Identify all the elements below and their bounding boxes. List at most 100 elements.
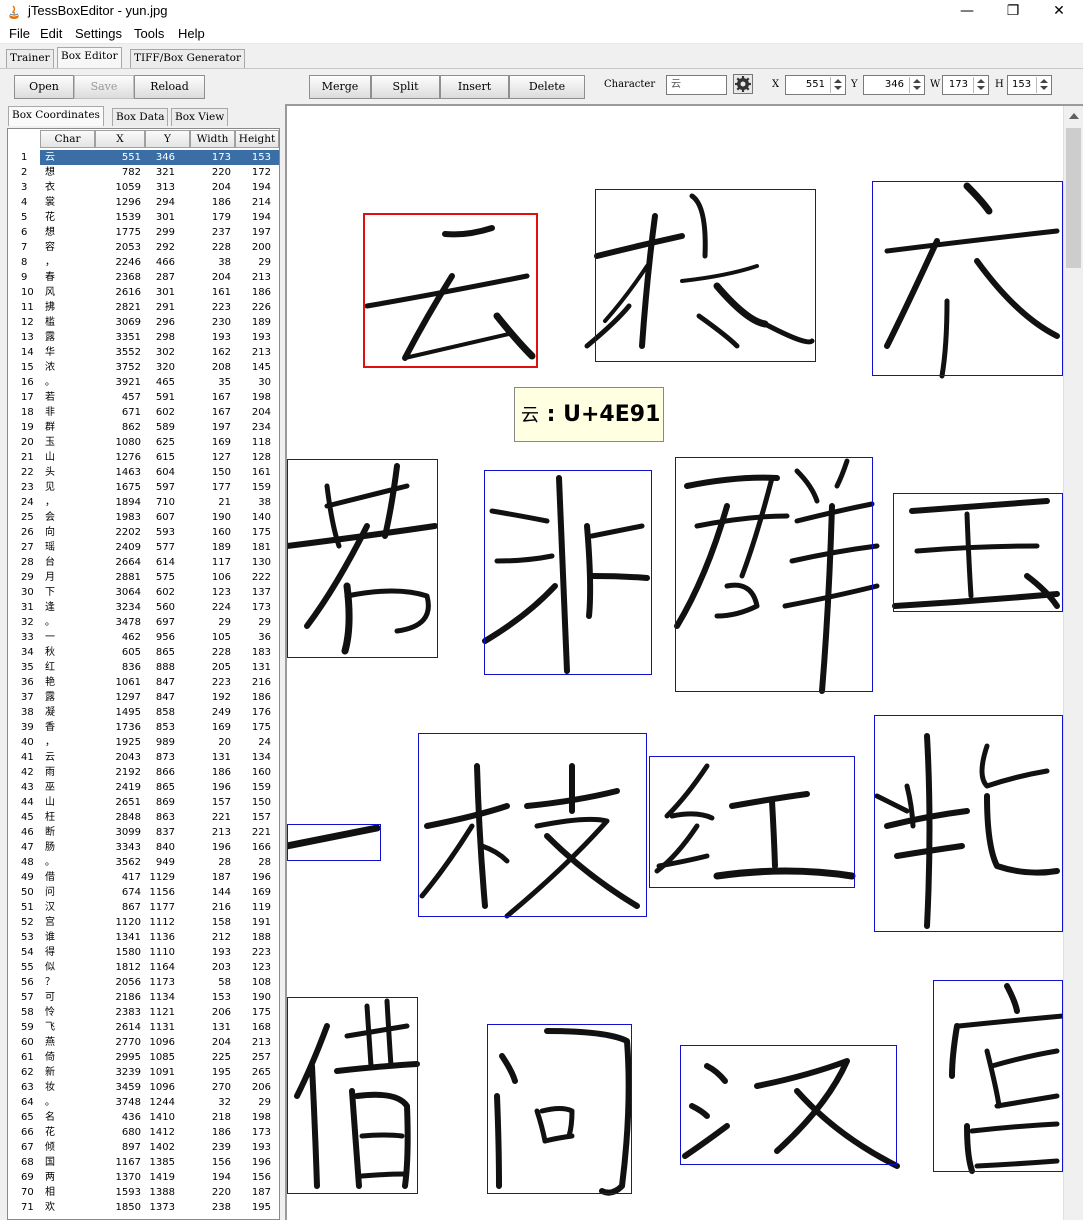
- table-row[interactable]: 25 会 1983 607 190 140: [8, 510, 279, 525]
- table-row[interactable]: 69 两 1370 1419 194 156: [8, 1170, 279, 1185]
- column-header-y[interactable]: Y: [145, 130, 190, 148]
- minimize-button[interactable]: —: [944, 0, 990, 24]
- tab-box-editor[interactable]: Box Editor: [57, 47, 122, 68]
- table-row[interactable]: 21 山 1276 615 127 128: [8, 450, 279, 465]
- insert-button[interactable]: Insert: [440, 75, 509, 99]
- table-row[interactable]: 56 ？ 2056 1173 58 108: [8, 975, 279, 990]
- table-row[interactable]: 40 ， 1925 989 20 24: [8, 735, 279, 750]
- character-lookup-button[interactable]: [733, 74, 753, 94]
- table-row[interactable]: 38 凝 1495 858 249 176: [8, 705, 279, 720]
- table-row[interactable]: 45 枉 2848 863 221 157: [8, 810, 279, 825]
- table-row[interactable]: 2 想 782 321 220 172: [8, 165, 279, 180]
- y-spin-arrows[interactable]: [909, 77, 923, 93]
- table-row[interactable]: 59 飞 2614 1131 131 168: [8, 1020, 279, 1035]
- table-row[interactable]: 49 借 417 1129 187 196: [8, 870, 279, 885]
- menu-help[interactable]: Help: [178, 26, 205, 41]
- table-row[interactable]: 19 群 862 589 197 234: [8, 420, 279, 435]
- char-box[interactable]: [893, 493, 1063, 612]
- maximize-button[interactable]: ❐: [990, 0, 1036, 24]
- table-row[interactable]: 16 。 3921 465 35 30: [8, 375, 279, 390]
- scroll-up-arrow-icon[interactable]: [1069, 113, 1079, 119]
- table-row[interactable]: 37 露 1297 847 192 186: [8, 690, 279, 705]
- menu-tools[interactable]: Tools: [134, 26, 164, 41]
- vertical-scrollbar[interactable]: [1063, 106, 1083, 1220]
- open-button[interactable]: Open: [14, 75, 74, 99]
- tab-trainer[interactable]: Trainer: [6, 49, 54, 68]
- column-header-width[interactable]: Width: [190, 130, 235, 148]
- image-canvas[interactable]: 云 : U+4E91: [287, 106, 1063, 1220]
- x-spin-arrows[interactable]: [830, 77, 844, 93]
- column-header-char[interactable]: Char: [40, 130, 95, 148]
- table-row[interactable]: 9 春 2368 287 204 213: [8, 270, 279, 285]
- table-row[interactable]: 8 ， 2246 466 38 29: [8, 255, 279, 270]
- table-row[interactable]: 68 国 1167 1385 156 196: [8, 1155, 279, 1170]
- table-row[interactable]: 35 红 836 888 205 131: [8, 660, 279, 675]
- merge-button[interactable]: Merge: [309, 75, 371, 99]
- reload-button[interactable]: Reload: [134, 75, 205, 99]
- char-box[interactable]: [287, 824, 381, 861]
- table-row[interactable]: 53 谁 1341 1136 212 188: [8, 930, 279, 945]
- char-box[interactable]: [487, 1024, 632, 1194]
- x-spinner[interactable]: 551: [785, 75, 846, 95]
- char-box[interactable]: [874, 715, 1063, 932]
- table-row[interactable]: 44 山 2651 869 157 150: [8, 795, 279, 810]
- table-row[interactable]: 7 容 2053 292 228 200: [8, 240, 279, 255]
- table-row[interactable]: 46 断 3099 837 213 221: [8, 825, 279, 840]
- table-row[interactable]: 70 相 1593 1388 220 187: [8, 1185, 279, 1200]
- table-row[interactable]: 57 可 2186 1134 153 190: [8, 990, 279, 1005]
- w-spin-arrows[interactable]: [973, 77, 987, 93]
- table-row[interactable]: 18 非 671 602 167 204: [8, 405, 279, 420]
- char-box[interactable]: [287, 459, 438, 658]
- table-row[interactable]: 39 香 1736 853 169 175: [8, 720, 279, 735]
- table-row[interactable]: 63 妆 3459 1096 270 206: [8, 1080, 279, 1095]
- table-row[interactable]: 33 一 462 956 105 36: [8, 630, 279, 645]
- table-row[interactable]: 31 逢 3234 560 224 173: [8, 600, 279, 615]
- table-row[interactable]: 3 衣 1059 313 204 194: [8, 180, 279, 195]
- char-box[interactable]: [933, 980, 1063, 1172]
- table-row[interactable]: 42 雨 2192 866 186 160: [8, 765, 279, 780]
- table-row[interactable]: 1 云 551 346 173 153: [8, 150, 279, 165]
- table-row[interactable]: 6 想 1775 299 237 197: [8, 225, 279, 240]
- table-row[interactable]: 58 怜 2383 1121 206 175: [8, 1005, 279, 1020]
- column-header-height[interactable]: Height: [235, 130, 279, 148]
- table-row[interactable]: 41 云 2043 873 131 134: [8, 750, 279, 765]
- char-box[interactable]: [675, 457, 873, 692]
- y-spinner[interactable]: 346: [863, 75, 925, 95]
- table-row[interactable]: 32 。 3478 697 29 29: [8, 615, 279, 630]
- table-row[interactable]: 65 名 436 1410 218 198: [8, 1110, 279, 1125]
- table-row[interactable]: 27 瑶 2409 577 189 181: [8, 540, 279, 555]
- table-row[interactable]: 12 槛 3069 296 230 189: [8, 315, 279, 330]
- tab-tiff-box-generator[interactable]: TIFF/Box Generator: [130, 49, 245, 68]
- table-row[interactable]: 20 玉 1080 625 169 118: [8, 435, 279, 450]
- table-row[interactable]: 13 露 3351 298 193 193: [8, 330, 279, 345]
- scroll-thumb[interactable]: [1066, 128, 1081, 268]
- table-row[interactable]: 5 花 1539 301 179 194: [8, 210, 279, 225]
- table-row[interactable]: 34 秋 605 865 228 183: [8, 645, 279, 660]
- table-row[interactable]: 4 裳 1296 294 186 214: [8, 195, 279, 210]
- menu-settings[interactable]: Settings: [75, 26, 122, 41]
- menu-file[interactable]: File: [9, 26, 30, 41]
- table-row[interactable]: 55 似 1812 1164 203 123: [8, 960, 279, 975]
- table-row[interactable]: 24 ， 1894 710 21 38: [8, 495, 279, 510]
- w-spinner[interactable]: 173: [942, 75, 989, 95]
- delete-button[interactable]: Delete: [509, 75, 585, 99]
- char-box-selected[interactable]: [363, 213, 538, 368]
- char-box[interactable]: [595, 189, 816, 362]
- tab-box-data[interactable]: Box Data: [112, 108, 169, 126]
- table-row[interactable]: 36 艳 1061 847 223 216: [8, 675, 279, 690]
- table-row[interactable]: 66 花 680 1412 186 173: [8, 1125, 279, 1140]
- table-row[interactable]: 28 台 2664 614 117 130: [8, 555, 279, 570]
- table-row[interactable]: 64 。 3748 1244 32 29: [8, 1095, 279, 1110]
- table-row[interactable]: 43 巫 2419 865 196 159: [8, 780, 279, 795]
- table-row[interactable]: 10 风 2616 301 161 186: [8, 285, 279, 300]
- char-box[interactable]: [649, 756, 855, 888]
- save-button[interactable]: Save: [74, 75, 134, 99]
- table-row[interactable]: 71 欢 1850 1373 238 195: [8, 1200, 279, 1215]
- box-coordinates-table[interactable]: Char X Y Width Height 1 云 551 346 173 153 2 想 78…: [7, 128, 280, 1220]
- menu-edit[interactable]: Edit: [40, 26, 62, 41]
- char-box[interactable]: [680, 1045, 897, 1165]
- table-row[interactable]: 14 华 3552 302 162 213: [8, 345, 279, 360]
- table-row[interactable]: 60 燕 2770 1096 204 213: [8, 1035, 279, 1050]
- table-row[interactable]: 11 拂 2821 291 223 226: [8, 300, 279, 315]
- table-row[interactable]: 51 汉 867 1177 216 119: [8, 900, 279, 915]
